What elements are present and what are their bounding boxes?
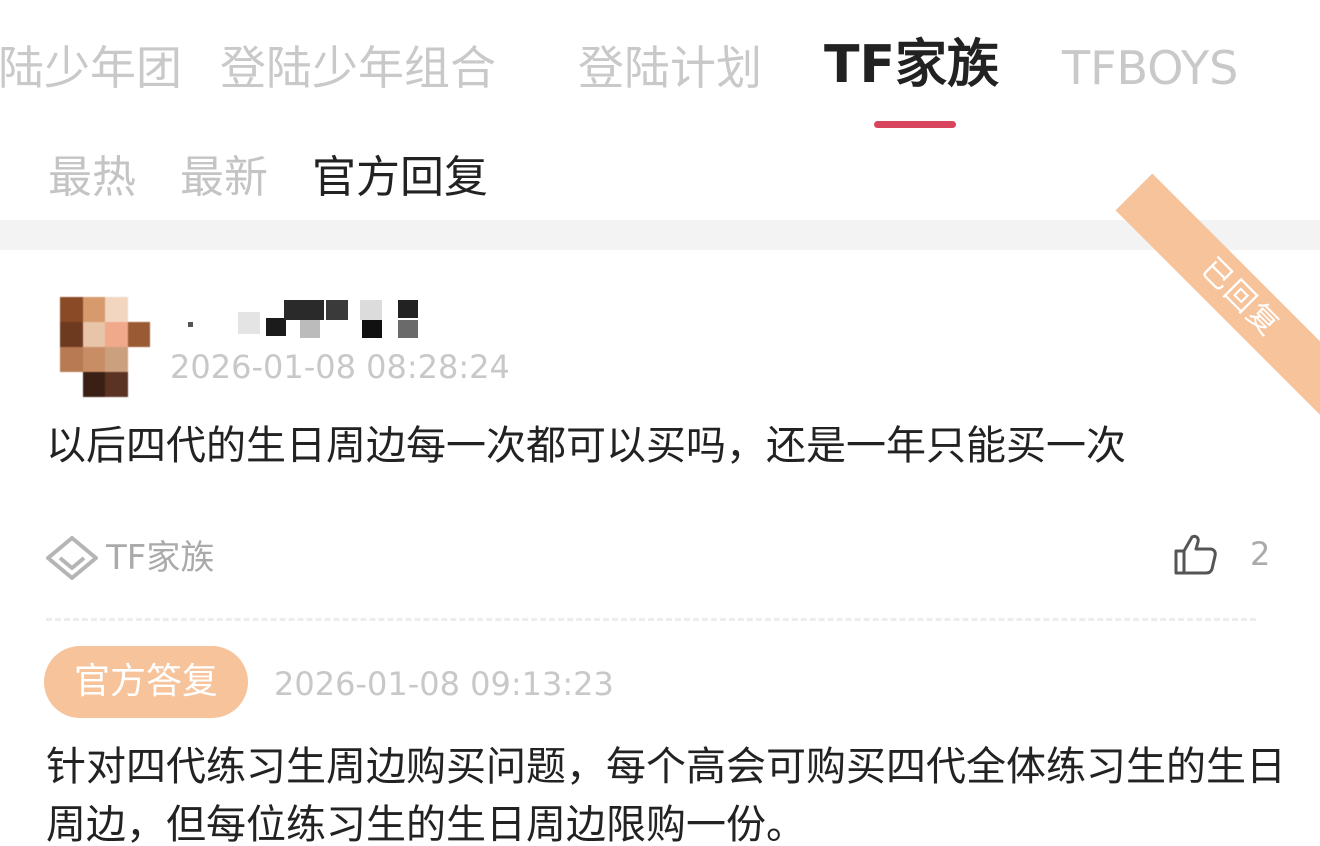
like-count: 2 xyxy=(1250,535,1271,573)
qa-page: 登陆少年团 登陆少年组合 登陆计划 TF家族 TFBOYS 最热 最新 官方回复 xyxy=(0,0,1320,846)
qa-separator xyxy=(46,618,1256,621)
subtab-official-reply[interactable]: 官方回复 xyxy=(312,146,488,210)
section-divider xyxy=(0,220,1320,250)
subtab-hottest[interactable]: 最热 xyxy=(48,146,136,210)
topic-tag-label: TF家族 xyxy=(106,538,215,578)
official-reply-badge: 官方答复 xyxy=(44,646,248,718)
diamond-tag-icon xyxy=(46,536,98,580)
tab-denglu-shaonian-zuhe[interactable]: 登陆少年组合 xyxy=(220,36,496,100)
active-tab-indicator xyxy=(874,121,956,128)
username-blurred xyxy=(180,298,480,340)
user-avatar[interactable] xyxy=(60,297,150,397)
tab-tf-family[interactable]: TF家族 xyxy=(824,33,999,97)
like-button[interactable]: 2 xyxy=(1172,526,1282,582)
question-card: 2026-01-08 08:28:24 已回复 以后四代的生日周边每一次都可以买… xyxy=(0,173,1320,846)
answer-text: 针对四代练习生周边购买问题，每个高会可购买四代全体练习生的生日周边，但每位练习生… xyxy=(46,744,1286,846)
thumbs-up-icon xyxy=(1174,534,1217,575)
topic-tag[interactable]: TF家族 xyxy=(44,534,214,582)
tab-denglu-shaonian-tuan[interactable]: 登陆少年团 xyxy=(0,36,182,100)
category-tab-bar: 登陆少年团 登陆少年组合 登陆计划 TF家族 TFBOYS xyxy=(0,0,1320,140)
tab-tfboys[interactable]: TFBOYS xyxy=(1062,36,1238,100)
tab-denglu-jihua[interactable]: 登陆计划 xyxy=(578,36,762,100)
replied-status-ribbon: 已回复 xyxy=(1115,173,1320,423)
subtab-newest[interactable]: 最新 xyxy=(180,146,268,210)
question-timestamp: 2026-01-08 08:28:24 xyxy=(170,348,510,386)
answer-timestamp: 2026-01-08 09:13:23 xyxy=(274,665,614,703)
question-text: 以后四代的生日周边每一次都可以买吗，还是一年只能买一次 xyxy=(46,423,1126,469)
